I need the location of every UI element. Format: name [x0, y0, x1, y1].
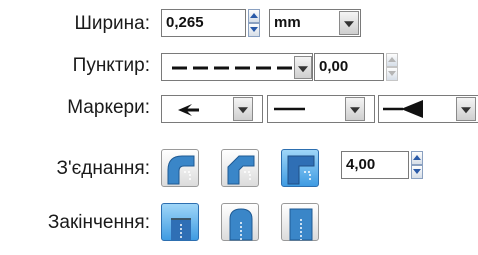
dash-pattern-preview: [172, 66, 292, 70]
miter-limit-input[interactable]: 4,00: [341, 151, 409, 179]
markers-label: Маркери:: [67, 97, 150, 118]
width-input[interactable]: 0,265: [161, 9, 246, 37]
caps-label: Закінчення:: [47, 212, 150, 233]
square-cap-icon: [289, 208, 313, 241]
square-cap-button[interactable]: [281, 203, 319, 241]
miter-join-icon: [287, 155, 315, 185]
mid-marker-dropdown-arrow-icon[interactable]: [345, 97, 365, 121]
dash-dropdown-arrow-icon[interactable]: [294, 56, 312, 79]
dash-pattern-select[interactable]: [161, 53, 313, 81]
start-marker-dropdown-arrow-icon[interactable]: [233, 97, 253, 121]
joins-label: З'єднання:: [56, 158, 151, 179]
round-join-button[interactable]: [161, 149, 199, 187]
unit-dropdown-arrow-icon[interactable]: [339, 11, 359, 35]
butt-cap-icon: [171, 218, 191, 240]
spin-down-icon[interactable]: [411, 165, 423, 179]
spin-up-icon[interactable]: [386, 53, 398, 67]
width-spinner[interactable]: [248, 9, 260, 37]
round-cap-icon: [229, 208, 253, 241]
spin-down-icon[interactable]: [386, 67, 398, 81]
round-cap-button[interactable]: [221, 203, 259, 241]
bevel-join-button[interactable]: [221, 149, 259, 187]
dash-offset-input[interactable]: 0,00: [314, 53, 384, 81]
arrow-start-marker-icon: [178, 104, 199, 116]
width-label: Ширина:: [74, 13, 150, 34]
arrow-end-marker-icon: [383, 100, 423, 118]
dash-offset-spinner[interactable]: [386, 53, 398, 81]
miter-limit-spinner[interactable]: [411, 151, 423, 179]
dash-label: Пунктир:: [72, 55, 150, 76]
spin-down-icon[interactable]: [248, 23, 260, 37]
spin-up-icon[interactable]: [248, 9, 260, 23]
butt-cap-button[interactable]: [161, 203, 199, 241]
round-join-icon: [167, 155, 195, 185]
end-marker-dropdown-arrow-icon[interactable]: [456, 97, 476, 121]
miter-join-button[interactable]: [281, 149, 319, 187]
bevel-join-icon: [227, 155, 255, 185]
spin-up-icon[interactable]: [411, 151, 423, 165]
line-mid-marker-icon: [274, 107, 305, 111]
